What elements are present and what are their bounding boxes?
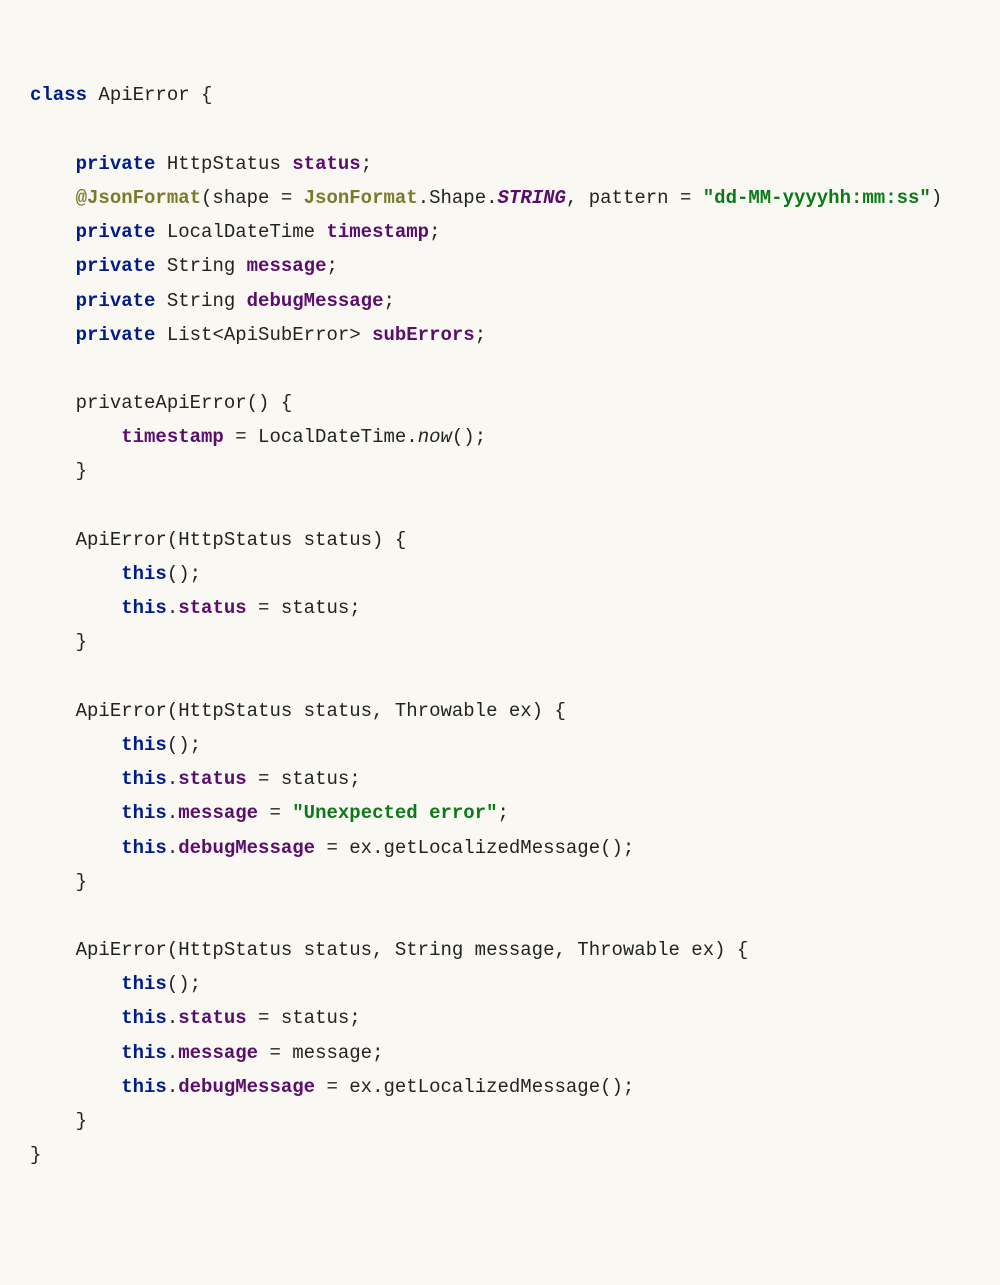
enum-string: STRING (498, 187, 566, 209)
close-brace: } (76, 1110, 87, 1132)
field-status: status (178, 1007, 246, 1029)
field-status: status (292, 153, 360, 175)
dot: . (167, 837, 178, 859)
this-call: (); (167, 973, 201, 995)
kw-private: private (76, 153, 156, 175)
now-call: now (418, 426, 452, 448)
type: String (155, 255, 246, 277)
kw-this: this (121, 1042, 167, 1064)
pattern-str: "dd-MM-yyyyhh:mm:ss" (703, 187, 931, 209)
field-suberrors: subErrors (372, 324, 475, 346)
field-debugmessage: debugMessage (178, 837, 315, 859)
semi: ; (383, 290, 394, 312)
assign: = LocalDateTime. (224, 426, 418, 448)
kw-this: this (121, 973, 167, 995)
this-call: (); (167, 563, 201, 585)
jsonformat: JsonFormat (304, 187, 418, 209)
pattern-eq: , pattern = (566, 187, 703, 209)
kw-this: this (121, 597, 167, 619)
kw-class: class (30, 84, 87, 106)
ctor-3: ApiError(HttpStatus status, String messa… (76, 939, 749, 961)
eq: = (258, 802, 292, 824)
call-end: (); (452, 426, 486, 448)
ctor-2: ApiError(HttpStatus status, Throwable ex… (76, 700, 566, 722)
dot: . (167, 802, 178, 824)
dot: .Shape. (418, 187, 498, 209)
kw-this: this (121, 563, 167, 585)
str-unexpected: "Unexpected error" (292, 802, 497, 824)
dot: . (167, 1076, 178, 1098)
kw-private: private (76, 255, 156, 277)
field-message: message (178, 1042, 258, 1064)
kw-this: this (121, 768, 167, 790)
eq-message: = message; (258, 1042, 383, 1064)
ctor-private: privateApiError() { (76, 392, 293, 414)
semi: ; (326, 255, 337, 277)
kw-this: this (121, 1076, 167, 1098)
kw-this: this (121, 734, 167, 756)
type: HttpStatus (155, 153, 292, 175)
kw-private: private (76, 290, 156, 312)
field-debugmessage: debugMessage (178, 1076, 315, 1098)
dot: . (167, 1007, 178, 1029)
close-brace: } (76, 871, 87, 893)
code-block: class ApiError { private HttpStatus stat… (30, 78, 970, 1172)
cls-name (87, 84, 98, 106)
kw-this: this (121, 1007, 167, 1029)
eq-exlocal: = ex.getLocalizedMessage(); (315, 1076, 634, 1098)
field-timestamp: timestamp (326, 221, 429, 243)
field-message: message (247, 255, 327, 277)
close-brace: } (76, 631, 87, 653)
field-message: message (178, 802, 258, 824)
field-status: status (178, 597, 246, 619)
semi: ; (475, 324, 486, 346)
dot: . (167, 1042, 178, 1064)
kw-private: private (76, 324, 156, 346)
annot-args: (shape = (201, 187, 304, 209)
annotation: @JsonFormat (76, 187, 201, 209)
ctor-1: ApiError(HttpStatus status) { (76, 529, 407, 551)
kw-private: private (76, 221, 156, 243)
semi: ; (429, 221, 440, 243)
close-paren: ) (931, 187, 942, 209)
type: LocalDateTime (155, 221, 326, 243)
semi: ; (498, 802, 509, 824)
eq-exlocal: = ex.getLocalizedMessage(); (315, 837, 634, 859)
eq-status: = status; (247, 1007, 361, 1029)
type: List<ApiSubError> (155, 324, 372, 346)
semi: ; (361, 153, 372, 175)
field-status: status (178, 768, 246, 790)
close-brace: } (76, 460, 87, 482)
kw-this: this (121, 837, 167, 859)
eq-status: = status; (247, 768, 361, 790)
close-brace: } (30, 1144, 41, 1166)
open-brace: { (190, 84, 213, 106)
type: String (155, 290, 246, 312)
field-timestamp: timestamp (121, 426, 224, 448)
dot: . (167, 597, 178, 619)
eq-status: = status; (247, 597, 361, 619)
dot: . (167, 768, 178, 790)
this-call: (); (167, 734, 201, 756)
cls-name: ApiError (98, 84, 189, 106)
field-debugmessage: debugMessage (247, 290, 384, 312)
kw-this: this (121, 802, 167, 824)
